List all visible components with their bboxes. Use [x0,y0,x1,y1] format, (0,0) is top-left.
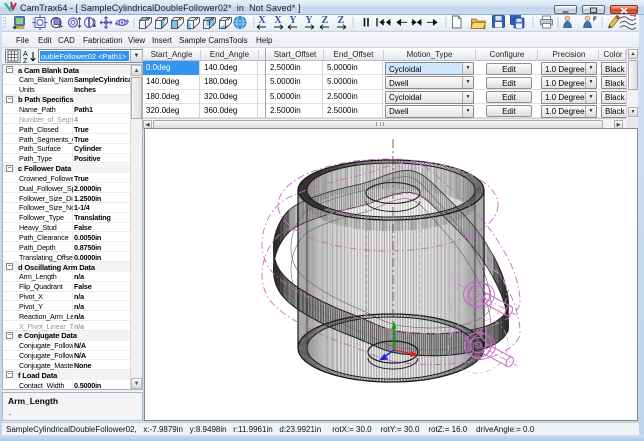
svg-text:Y: Y [289,15,297,26]
svg-text:F: F [593,16,597,23]
svg-text:Y: Y [305,15,313,26]
svg-text:A: A [23,51,28,58]
svg-text:X: X [274,15,282,26]
svg-text:Z: Z [322,15,329,26]
svg-text:Z: Z [338,15,345,26]
svg-text:X: X [258,15,266,26]
